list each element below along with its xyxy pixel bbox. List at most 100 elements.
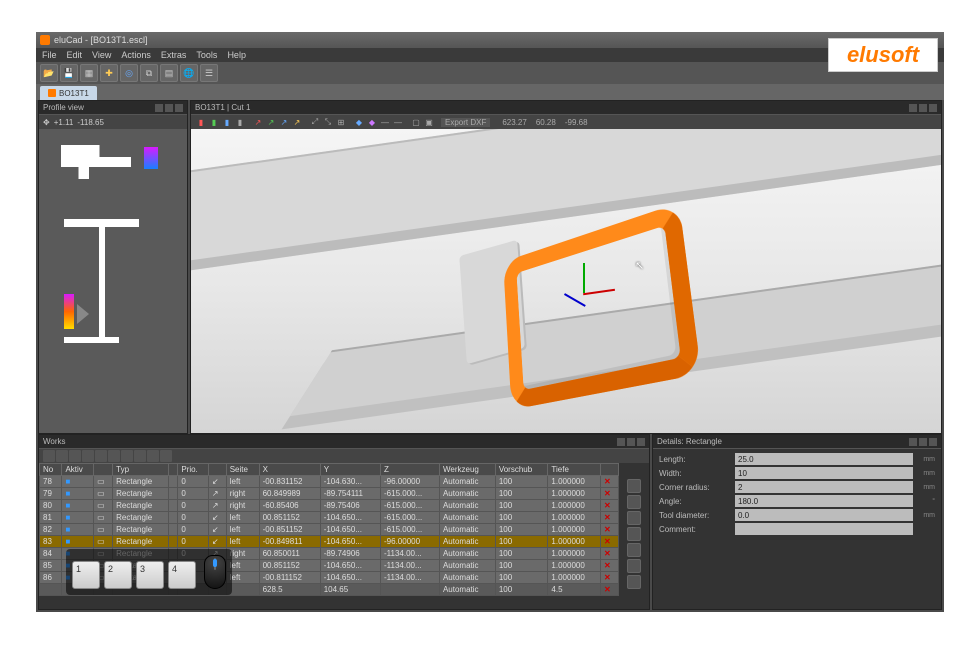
tool-icon[interactable] [627, 543, 641, 557]
col-header[interactable]: Werkzeug [439, 464, 495, 476]
tool-icon[interactable] [627, 575, 641, 589]
tool-icon[interactable]: ↗ [278, 116, 290, 128]
col-header[interactable] [208, 464, 226, 476]
tool-icon[interactable] [134, 450, 146, 462]
col-header[interactable]: Tiefe [548, 464, 601, 476]
detail-input[interactable]: 180.0 [735, 495, 913, 507]
profile-canvas[interactable] [39, 129, 187, 433]
tool-icon[interactable]: ▤ [160, 64, 178, 82]
tool-icon[interactable]: ▮ [208, 116, 220, 128]
col-header[interactable] [94, 464, 113, 476]
tool-icon[interactable]: ↗ [252, 116, 264, 128]
tool-icon[interactable]: — [392, 116, 404, 128]
tool-icon[interactable]: ⤡ [322, 116, 334, 128]
tool-icon[interactable] [627, 559, 641, 573]
globe-icon[interactable]: 🌐 [180, 64, 198, 82]
col-header[interactable] [601, 464, 619, 476]
tool-icon[interactable]: ⤢ [309, 116, 321, 128]
detail-input[interactable] [735, 523, 913, 535]
open-icon[interactable]: 📂 [40, 64, 58, 82]
menu-icon[interactable] [627, 438, 635, 446]
tool-icon[interactable]: ▣ [423, 116, 435, 128]
document-tab[interactable]: BO13T1 [40, 86, 97, 100]
col-header[interactable]: Seite [226, 464, 259, 476]
table-row[interactable]: 78■▭Rectangle0↙left-00.831152-104.630...… [40, 476, 619, 488]
readout-y: 60.28 [536, 118, 556, 127]
table-row[interactable]: 80■▭Rectangle0↗right-60.85406-89.75406-6… [40, 500, 619, 512]
close-icon[interactable] [175, 104, 183, 112]
tool-icon[interactable] [43, 450, 55, 462]
menu-help[interactable]: Help [227, 50, 246, 60]
save-icon[interactable]: 💾 [60, 64, 78, 82]
tool-icon[interactable] [121, 450, 133, 462]
tool-icon[interactable] [627, 511, 641, 525]
tool-icon[interactable] [82, 450, 94, 462]
col-header[interactable]: No [40, 464, 62, 476]
3d-view-header[interactable]: BO13T1 | Cut 1 [191, 101, 941, 115]
detail-input[interactable]: 2 [735, 481, 913, 493]
menu-file[interactable]: File [42, 50, 57, 60]
tool-icon[interactable]: — [379, 116, 391, 128]
tool-icon[interactable] [147, 450, 159, 462]
table-row[interactable]: 81■▭Rectangle0↙left00.851152-104.650...-… [40, 512, 619, 524]
tool-icon[interactable]: ◆ [353, 116, 365, 128]
col-header[interactable]: Aktiv [62, 464, 94, 476]
profile-view-header[interactable]: Profile view [39, 101, 187, 115]
close-icon[interactable] [929, 438, 937, 446]
col-header[interactable]: X [259, 464, 320, 476]
tool-icon[interactable] [627, 495, 641, 509]
menu-tools[interactable]: Tools [196, 50, 217, 60]
tool-icon[interactable]: ◎ [120, 64, 138, 82]
tool-icon[interactable] [69, 450, 81, 462]
tool-icon[interactable]: ⧉ [140, 64, 158, 82]
detail-input[interactable]: 0.0 [735, 509, 913, 521]
menu-view[interactable]: View [92, 50, 111, 60]
col-header[interactable] [169, 464, 178, 476]
tool-icon[interactable]: ▮ [221, 116, 233, 128]
table-row[interactable]: 83■▭Rectangle0↙left-00.849811-104.650...… [40, 536, 619, 548]
tool-icon[interactable] [627, 479, 641, 493]
cursor-icon[interactable]: ✥ [43, 118, 50, 127]
col-header[interactable]: Typ [113, 464, 169, 476]
table-row[interactable]: 82■▭Rectangle0↙left-00.851152-104.650...… [40, 524, 619, 536]
close-icon[interactable] [637, 438, 645, 446]
menu-icon[interactable] [165, 104, 173, 112]
tool-icon[interactable]: ▮ [234, 116, 246, 128]
tool-icon[interactable]: ▢ [410, 116, 422, 128]
details-header[interactable]: Details: Rectangle [653, 435, 941, 449]
tool-icon[interactable] [160, 450, 172, 462]
menu-edit[interactable]: Edit [67, 50, 83, 60]
col-header[interactable]: Y [320, 464, 380, 476]
col-header[interactable]: Prio. [178, 464, 209, 476]
export-button[interactable]: Export DXF [441, 118, 490, 127]
close-icon[interactable] [929, 104, 937, 112]
tool-icon[interactable]: ☰ [200, 64, 218, 82]
tool-icon[interactable]: ⊞ [335, 116, 347, 128]
pin-icon[interactable] [617, 438, 625, 446]
menu-extras[interactable]: Extras [161, 50, 187, 60]
tool-icon[interactable]: ▦ [80, 64, 98, 82]
col-header[interactable]: Z [381, 464, 440, 476]
tool-icon[interactable] [56, 450, 68, 462]
tool-icon[interactable]: ◆ [366, 116, 378, 128]
detail-input[interactable]: 10 [735, 467, 913, 479]
tool-icon[interactable]: ↗ [265, 116, 277, 128]
detail-input[interactable]: 25.0 [735, 453, 913, 465]
menu-icon[interactable] [919, 438, 927, 446]
tool-icon[interactable]: ▮ [195, 116, 207, 128]
menu-icon[interactable] [919, 104, 927, 112]
menu-actions[interactable]: Actions [121, 50, 151, 60]
tool-icon[interactable] [108, 450, 120, 462]
works-header[interactable]: Works [39, 435, 649, 449]
table-row[interactable]: 79■▭Rectangle0↗right60.849989-89.754111-… [40, 488, 619, 500]
tool-icon[interactable]: ↗ [291, 116, 303, 128]
titlebar[interactable]: eluCad - [BO13T1.escl] [36, 32, 944, 48]
tool-icon[interactable]: ✚ [100, 64, 118, 82]
tool-icon[interactable] [627, 527, 641, 541]
3d-canvas[interactable]: ↖ [191, 129, 941, 433]
pin-icon[interactable] [909, 438, 917, 446]
pin-icon[interactable] [909, 104, 917, 112]
tool-icon[interactable] [95, 450, 107, 462]
col-header[interactable]: Vorschub [495, 464, 548, 476]
pin-icon[interactable] [155, 104, 163, 112]
